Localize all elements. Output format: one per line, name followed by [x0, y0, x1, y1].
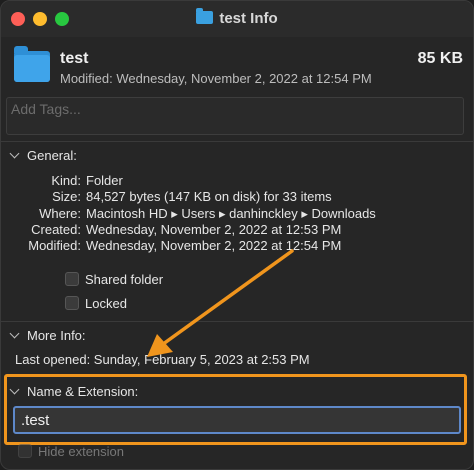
hide-extension-label: Hide extension [38, 444, 124, 459]
folder-icon [196, 8, 214, 24]
more-info-heading: More Info: [27, 328, 86, 343]
tags-field[interactable] [6, 97, 464, 135]
info-key: Kind: [51, 173, 81, 188]
more-info-section-toggle[interactable]: More Info: [9, 328, 86, 343]
title-bar: test Info [1, 1, 473, 37]
info-key: Size: [52, 189, 81, 204]
item-name: test [60, 50, 89, 67]
info-value: Wednesday, November 2, 2022 at 12:54 PM [86, 238, 342, 253]
info-key: Modified: [28, 238, 81, 253]
locked-checkbox[interactable]: Locked [65, 296, 127, 311]
info-value: Macintosh HD ▸ Users ▸ danhinckley ▸ Dow… [86, 206, 376, 221]
chevron-down-icon [9, 328, 20, 339]
shared-folder-checkbox[interactable]: Shared folder [65, 272, 163, 287]
hide-extension-checkbox[interactable]: Hide extension [18, 444, 124, 459]
annotation-highlight-box [4, 374, 467, 445]
window-title: test Info [1, 8, 473, 27]
window-title-text: test Info [219, 10, 278, 27]
divider [1, 141, 473, 142]
info-key: Created: [31, 222, 81, 237]
checkbox-icon[interactable] [65, 296, 79, 310]
divider [1, 321, 473, 322]
checkbox-icon[interactable] [65, 272, 79, 286]
tags-input[interactable] [7, 98, 463, 134]
folder-large-icon [14, 46, 50, 82]
info-value: 84,527 bytes (147 KB on disk) for 33 ite… [86, 189, 332, 204]
info-key: Where: [39, 206, 81, 221]
general-heading: General: [27, 148, 77, 163]
info-window: test Info test 85 KB Modified: Wednesday… [0, 0, 474, 470]
checkbox-icon[interactable] [18, 444, 32, 458]
general-section-toggle[interactable]: General: [9, 148, 77, 163]
locked-label: Locked [85, 296, 127, 311]
item-modified: Modified: Wednesday, November 2, 2022 at… [60, 71, 372, 86]
last-opened: Last opened: Sunday, February 5, 2023 at… [15, 352, 310, 367]
info-value: Wednesday, November 2, 2022 at 12:53 PM [86, 222, 342, 237]
chevron-down-icon [9, 148, 20, 159]
item-size: 85 KB [417, 50, 463, 67]
shared-folder-label: Shared folder [85, 272, 164, 287]
info-value: Folder [86, 173, 123, 188]
